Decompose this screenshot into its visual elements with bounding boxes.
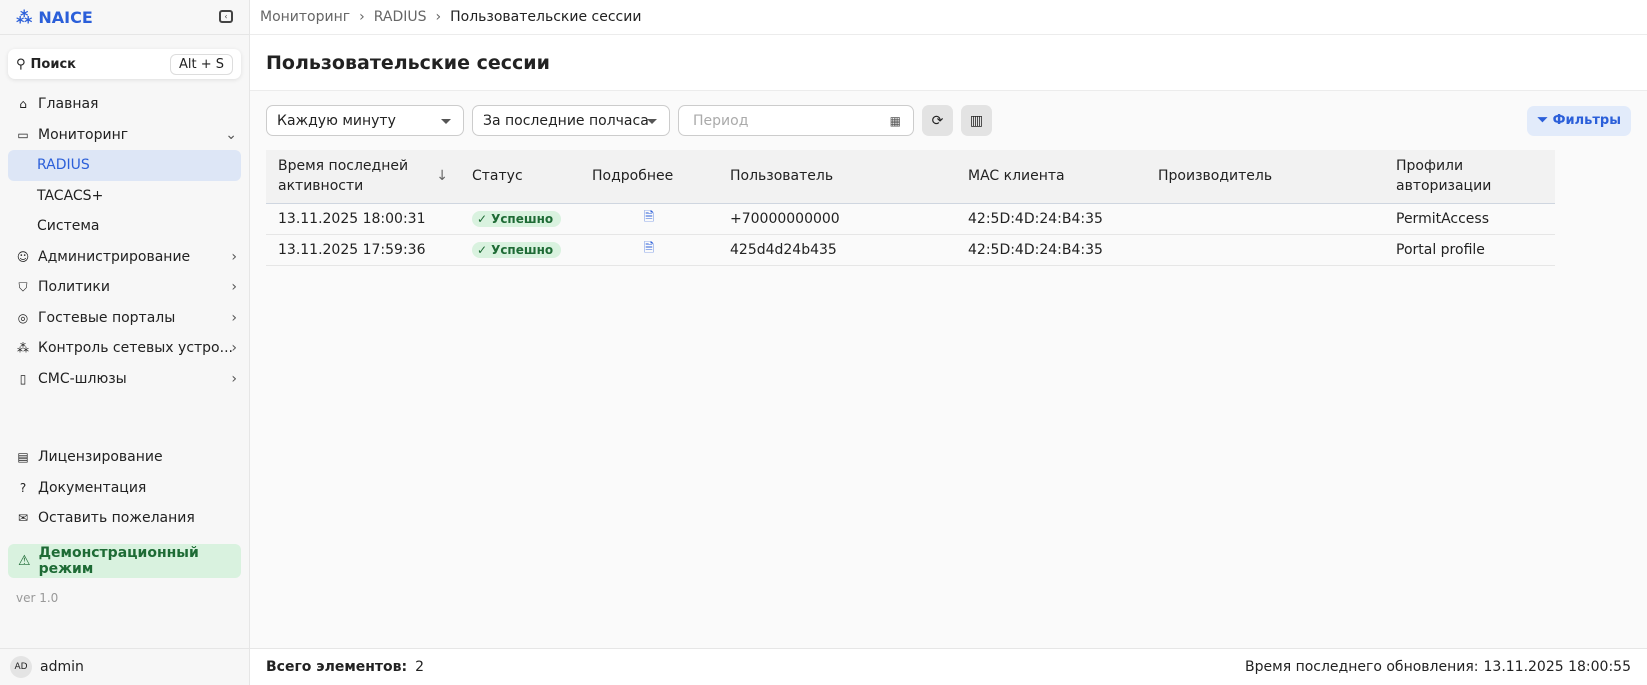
nav-licensing[interactable]: ▤ Лицензирование — [0, 442, 249, 473]
network-icon: ⁂ — [17, 341, 29, 356]
chevron-down-icon: ⌄ — [225, 126, 237, 143]
column-header-mac[interactable]: MAC клиента — [956, 150, 1146, 204]
column-header-status[interactable]: Статус — [460, 150, 580, 204]
chevron-right-icon: › — [231, 279, 237, 296]
avatar: AD — [10, 656, 32, 678]
caret-down-icon — [647, 119, 657, 124]
mac-cell: 42:5D:4D:24:B4:35 — [956, 203, 1146, 235]
vendor-cell — [1146, 203, 1384, 235]
page-title: Пользовательские сессии — [250, 35, 1647, 91]
column-header-details[interactable]: Подробнее — [580, 150, 718, 204]
shield-icon: ⛉ — [18, 279, 28, 294]
table-row[interactable]: 13.11.2025 17:59:36 ✓ Успешно 🗎 425d4d24b… — [266, 234, 1555, 266]
nav-radius[interactable]: RADIUS — [8, 150, 241, 181]
user-cell: +70000000000 — [718, 203, 956, 235]
nav-policies[interactable]: ⛉ Политики › — [0, 272, 249, 303]
period-input[interactable]: Период ▦ — [678, 105, 914, 136]
nav-admin[interactable]: ☺ Администрирование › — [0, 242, 249, 273]
nav-docs[interactable]: ? Документация — [0, 473, 249, 504]
time-cell: 13.11.2025 17:59:36 — [266, 234, 460, 266]
phone-icon: ▯ — [19, 371, 27, 386]
nav-monitoring[interactable]: ▭ Мониторинг ⌄ — [0, 120, 249, 151]
breadcrumb-current: Пользовательские сессии — [450, 9, 642, 25]
time-cell: 13.11.2025 18:00:31 — [266, 203, 460, 235]
refresh-button[interactable]: ⟳ — [922, 105, 953, 136]
search-button[interactable]: ⚲ Поиск Alt + S — [8, 49, 241, 79]
table-footer: Всего элементов: 2 Время последнего обно… — [250, 648, 1647, 685]
status-badge: ✓ Успешно — [472, 210, 562, 227]
details-icon[interactable]: 🗎 — [644, 210, 654, 225]
warning-icon: ⚠ — [18, 552, 31, 569]
chevron-right-icon: › — [231, 309, 237, 326]
license-icon: ▤ — [17, 450, 29, 465]
logo-icon: ⁂ — [16, 7, 33, 27]
app-logo[interactable]: ⁂ NAICE — [0, 0, 249, 35]
nav-feedback[interactable]: ✉ Оставить пожелания — [0, 503, 249, 534]
wifi-icon: ◎ — [17, 310, 29, 325]
collapse-sidebar-icon[interactable]: ‹ — [219, 10, 233, 23]
refresh-icon: ⟳ — [931, 112, 944, 129]
breadcrumb-monitoring[interactable]: Мониторинг — [260, 9, 350, 25]
version: ver 1.0 — [16, 591, 59, 605]
total-count: 2 — [415, 659, 425, 675]
updated-time: 13.11.2025 18:00:55 — [1483, 659, 1632, 675]
profile-cell: PermitAccess — [1384, 203, 1555, 235]
total-label: Всего элементов: — [266, 659, 408, 675]
help-icon: ? — [19, 480, 27, 495]
calendar-icon: ▦ — [889, 113, 901, 128]
monitor-icon: ▭ — [17, 127, 29, 142]
check-circle-icon: ✓ — [477, 242, 488, 257]
refresh-interval-select[interactable]: Каждую минуту — [266, 105, 464, 136]
column-header-time[interactable]: Время последней активности ↓ — [266, 150, 460, 204]
chevron-right-icon: › — [359, 9, 365, 25]
column-header-profiles[interactable]: Профили авторизации — [1384, 150, 1555, 204]
nav-system[interactable]: Система — [0, 211, 249, 242]
mail-icon: ✉ — [17, 511, 29, 526]
columns-button[interactable]: ▥ — [961, 105, 992, 136]
columns-icon: ▥ — [969, 112, 984, 129]
nav-home[interactable]: ⌂ Главная — [0, 89, 249, 120]
column-header-user[interactable]: Пользователь — [718, 150, 956, 204]
user-menu[interactable]: AD admin — [0, 648, 249, 685]
home-icon: ⌂ — [19, 97, 27, 112]
sidebar: ⁂ NAICE ‹ ⚲ Поиск Alt + S ⌂ Главная ▭ Монитор… — [0, 0, 250, 685]
nav-sms[interactable]: ▯ СМС-шлюзы › — [0, 364, 249, 395]
user-icon: ☺ — [16, 249, 30, 264]
breadcrumb: Мониторинг › RADIUS › Пользовательские сес… — [250, 0, 1647, 35]
chevron-right-icon: › — [231, 370, 237, 387]
status-badge: ✓ Успешно — [472, 241, 562, 258]
details-icon[interactable]: 🗎 — [644, 241, 654, 256]
updated-label: Время последнего обновления: — [1245, 659, 1479, 675]
vendor-cell — [1146, 234, 1384, 266]
sessions-table: Время последней активности ↓ Статус Подро… — [266, 150, 1555, 266]
breadcrumb-radius[interactable]: RADIUS — [374, 9, 427, 25]
nav-portals[interactable]: ◎ Гостевые порталы › — [0, 303, 249, 334]
column-header-vendor[interactable]: Производитель — [1146, 150, 1384, 204]
time-range-select[interactable]: За последние полчаса — [472, 105, 670, 136]
nav-tacacs[interactable]: TACACS+ — [0, 181, 249, 212]
mac-cell: 42:5D:4D:24:B4:35 — [956, 234, 1146, 266]
filter-icon: ⏷ — [1537, 113, 1548, 128]
check-circle-icon: ✓ — [477, 211, 488, 226]
chevron-right-icon: › — [231, 248, 237, 265]
search-shortcut: Alt + S — [169, 53, 233, 75]
profile-cell: Portal profile — [1384, 234, 1555, 266]
chevron-right-icon: › — [231, 340, 237, 357]
caret-down-icon — [441, 119, 451, 124]
search-icon: ⚲ — [16, 56, 26, 72]
main-content: Мониторинг › RADIUS › Пользовательские сес… — [250, 0, 1647, 685]
user-cell: 425d4d24b435 — [718, 234, 956, 266]
nav-devices[interactable]: ⁂ Контроль сетевых устро... › — [0, 333, 249, 364]
sort-down-icon[interactable]: ↓ — [436, 166, 448, 186]
filters-button[interactable]: ⏷ Фильтры — [1527, 105, 1631, 136]
table-row[interactable]: 13.11.2025 18:00:31 ✓ Успешно 🗎 +70000000… — [266, 203, 1555, 235]
demo-mode-banner: ⚠ Демонстрационный режим — [8, 543, 241, 578]
chevron-right-icon: › — [435, 9, 442, 25]
